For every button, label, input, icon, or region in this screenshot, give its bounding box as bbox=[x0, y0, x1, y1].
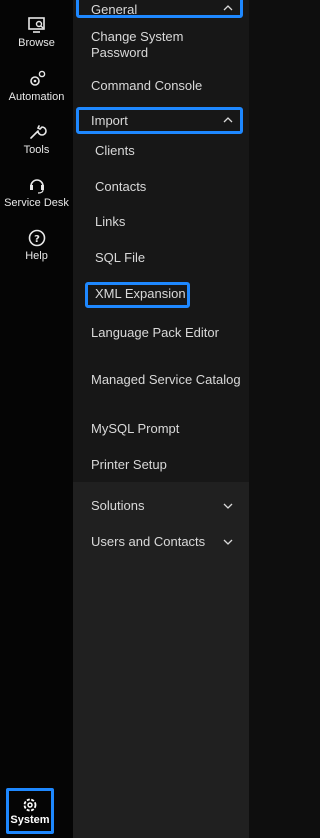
menu-item-clients[interactable]: Clients bbox=[95, 143, 245, 159]
menu-item-sql-file[interactable]: SQL File bbox=[95, 250, 245, 266]
menu-item-xml-expansion[interactable]: XML Expansion bbox=[95, 286, 245, 302]
gear-icon bbox=[23, 798, 37, 812]
menu-item-contacts[interactable]: Contacts bbox=[95, 179, 245, 195]
chevron-up-icon bbox=[223, 117, 233, 123]
monitor-search-icon bbox=[27, 17, 45, 33]
menu-item-links[interactable]: Links bbox=[95, 214, 245, 230]
gears-icon bbox=[29, 70, 45, 86]
chevron-up-icon bbox=[223, 5, 233, 11]
chevron-down-icon bbox=[223, 503, 233, 509]
rail-tools-label: Tools bbox=[23, 144, 50, 156]
rail-service-desk[interactable]: Service Desk bbox=[0, 176, 73, 209]
chevron-down-icon bbox=[223, 539, 233, 545]
menu-item-users-and-contacts[interactable]: Users and Contacts bbox=[91, 534, 241, 550]
menu-item-change-system-password[interactable]: Change System Password bbox=[91, 29, 241, 61]
help-icon: ? bbox=[28, 229, 45, 247]
left-rail: Browse Automation Tools Service Desk ? H… bbox=[0, 0, 73, 788]
import-header-label: Import bbox=[91, 113, 128, 128]
rail-browse[interactable]: Browse bbox=[0, 16, 73, 49]
system-button[interactable]: System bbox=[6, 788, 54, 834]
menu-item-language-pack-editor[interactable]: Language Pack Editor bbox=[91, 325, 241, 341]
svg-text:?: ? bbox=[34, 234, 40, 245]
rail-automation[interactable]: Automation bbox=[0, 70, 73, 103]
wrench-icon bbox=[29, 125, 47, 139]
menu-item-printer-setup[interactable]: Printer Setup bbox=[91, 457, 241, 473]
menu-item-managed-service-catalog[interactable]: Managed Service Catalog bbox=[91, 372, 241, 388]
headset-icon bbox=[29, 179, 44, 194]
system-label: System bbox=[10, 814, 50, 826]
general-header-label: General bbox=[91, 2, 138, 17]
rail-automation-label: Automation bbox=[8, 91, 65, 103]
rail-service-desk-label: Service Desk bbox=[4, 197, 69, 209]
menu-item-mysql-prompt[interactable]: MySQL Prompt bbox=[91, 421, 241, 437]
rail-browse-label: Browse bbox=[18, 37, 55, 49]
menu-item-solutions[interactable]: Solutions bbox=[91, 498, 241, 514]
menu-item-command-console[interactable]: Command Console bbox=[91, 78, 241, 94]
rail-tools[interactable]: Tools bbox=[0, 123, 73, 156]
rail-help-label: Help bbox=[25, 250, 48, 262]
rail-help[interactable]: ? Help bbox=[0, 229, 73, 262]
